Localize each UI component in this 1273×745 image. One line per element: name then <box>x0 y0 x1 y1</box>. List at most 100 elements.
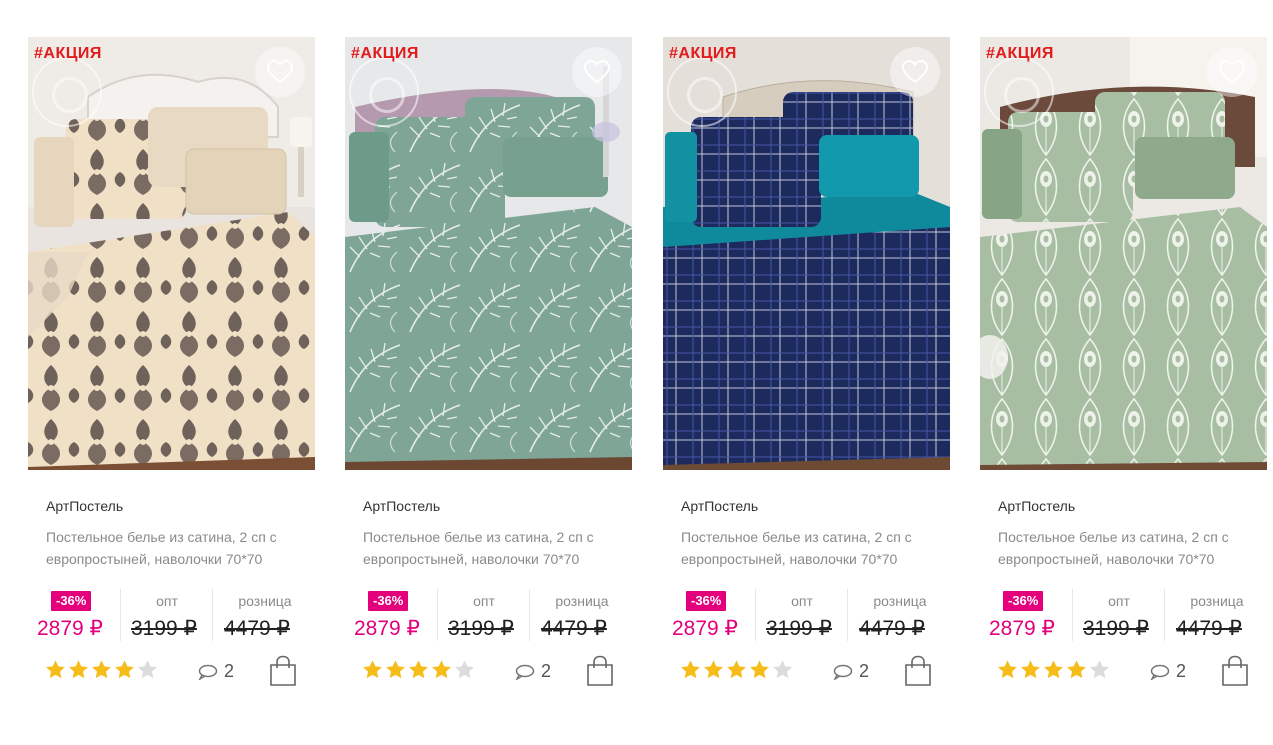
star-filled-icon[interactable] <box>996 659 1019 681</box>
card-footer: 2 <box>345 655 633 689</box>
star-filled-icon[interactable] <box>44 659 67 681</box>
retail-price: 4479 ₽ <box>859 617 925 640</box>
speech-bubble-icon <box>1150 664 1170 680</box>
retail-label: розница <box>238 593 292 609</box>
product-title[interactable]: Постельное белье из сатина, 2 сп с европ… <box>46 526 308 570</box>
promo-tag: #АКЦИЯ <box>669 45 737 62</box>
add-to-favorites-button[interactable] <box>255 47 305 97</box>
comments-link[interactable]: 2 <box>515 661 551 682</box>
product-image[interactable]: #АКЦИЯ <box>345 37 632 470</box>
product-image[interactable]: #АКЦИЯ <box>663 37 950 470</box>
heart-icon <box>1219 60 1245 84</box>
wholesale-price-column: опт 3199 ₽ <box>120 589 213 641</box>
sale-price-column: -36% 2879 ₽ <box>980 589 1072 641</box>
retail-label: розница <box>873 593 927 609</box>
price-block: -36% 2879 ₽ опт 3199 ₽ розница 4479 ₽ <box>345 589 633 641</box>
rating-stars[interactable] <box>44 659 159 681</box>
speech-bubble-icon <box>515 664 535 680</box>
product-brand[interactable]: АртПостель <box>998 498 1075 514</box>
rating-stars[interactable] <box>996 659 1111 681</box>
brand-watermark <box>667 57 737 127</box>
star-filled-icon[interactable] <box>1019 659 1042 681</box>
discount-badge: -36% <box>51 591 92 611</box>
wholesale-price-column: опт 3199 ₽ <box>755 589 848 641</box>
product-card[interactable]: #АКЦИЯ АртПостель Постельное белье из са… <box>663 37 951 697</box>
wholesale-label: опт <box>791 593 813 609</box>
wholesale-price-column: опт 3199 ₽ <box>437 589 530 641</box>
comments-count: 2 <box>541 661 552 681</box>
star-empty-icon[interactable] <box>1088 659 1111 681</box>
sale-price: 2879 ₽ <box>37 617 103 640</box>
star-filled-icon[interactable] <box>679 659 702 681</box>
wholesale-label: опт <box>1108 593 1130 609</box>
retail-price: 4479 ₽ <box>224 617 290 640</box>
card-footer: 2 <box>663 655 951 689</box>
star-filled-icon[interactable] <box>361 659 384 681</box>
brand-watermark <box>984 57 1054 127</box>
retail-price: 4479 ₽ <box>541 617 607 640</box>
star-filled-icon[interactable] <box>407 659 430 681</box>
wholesale-price: 3199 ₽ <box>131 617 197 640</box>
sale-price-column: -36% 2879 ₽ <box>345 589 437 641</box>
product-card[interactable]: #АКЦИЯ АртПостель Постельное белье из са… <box>345 37 633 697</box>
brand-watermark <box>349 57 419 127</box>
add-to-cart-button[interactable] <box>904 655 932 692</box>
star-filled-icon[interactable] <box>384 659 407 681</box>
rating-stars[interactable] <box>679 659 794 681</box>
add-to-favorites-button[interactable] <box>890 47 940 97</box>
star-filled-icon[interactable] <box>725 659 748 681</box>
price-block: -36% 2879 ₽ опт 3199 ₽ розница 4479 ₽ <box>663 589 951 641</box>
product-image[interactable]: #АКЦИЯ <box>28 37 315 470</box>
star-filled-icon[interactable] <box>67 659 90 681</box>
add-to-cart-button[interactable] <box>1221 655 1249 692</box>
star-filled-icon[interactable] <box>1042 659 1065 681</box>
sale-price: 2879 ₽ <box>354 617 420 640</box>
sale-price-column: -36% 2879 ₽ <box>663 589 755 641</box>
product-brand[interactable]: АртПостель <box>681 498 758 514</box>
heart-icon <box>584 60 610 84</box>
discount-badge: -36% <box>368 591 409 611</box>
star-filled-icon[interactable] <box>702 659 725 681</box>
rating-stars[interactable] <box>361 659 476 681</box>
wholesale-label: опт <box>156 593 178 609</box>
add-to-cart-button[interactable] <box>586 655 614 692</box>
star-empty-icon[interactable] <box>136 659 159 681</box>
product-card[interactable]: #АКЦИЯ АртПостель Постельное белье из са… <box>980 37 1268 697</box>
sale-price-column: -36% 2879 ₽ <box>28 589 120 641</box>
price-block: -36% 2879 ₽ опт 3199 ₽ розница 4479 ₽ <box>28 589 316 641</box>
product-brand[interactable]: АртПостель <box>363 498 440 514</box>
speech-bubble-icon <box>833 664 853 680</box>
product-card[interactable]: #АКЦИЯ АртПостель Постельное белье из са… <box>28 37 316 697</box>
product-image[interactable]: #АКЦИЯ <box>980 37 1267 470</box>
star-filled-icon[interactable] <box>1065 659 1088 681</box>
wholesale-price: 3199 ₽ <box>448 617 514 640</box>
star-filled-icon[interactable] <box>113 659 136 681</box>
product-title[interactable]: Постельное белье из сатина, 2 сп с европ… <box>998 526 1260 570</box>
retail-label: розница <box>1190 593 1244 609</box>
retail-price-column: розница 4479 ₽ <box>1164 589 1269 641</box>
product-title[interactable]: Постельное белье из сатина, 2 сп с европ… <box>681 526 943 570</box>
star-empty-icon[interactable] <box>453 659 476 681</box>
product-brand[interactable]: АртПостель <box>46 498 123 514</box>
add-to-cart-button[interactable] <box>269 655 297 692</box>
star-empty-icon[interactable] <box>771 659 794 681</box>
promo-tag: #АКЦИЯ <box>34 45 102 62</box>
product-title[interactable]: Постельное белье из сатина, 2 сп с европ… <box>363 526 625 570</box>
product-grid: #АКЦИЯ АртПостель Постельное белье из са… <box>28 37 1267 697</box>
retail-price: 4479 ₽ <box>1176 617 1242 640</box>
comments-link[interactable]: 2 <box>198 661 234 682</box>
shopping-bag-icon <box>270 655 296 686</box>
sale-price: 2879 ₽ <box>672 617 738 640</box>
star-filled-icon[interactable] <box>430 659 453 681</box>
star-filled-icon[interactable] <box>748 659 771 681</box>
retail-price-column: розница 4479 ₽ <box>529 589 634 641</box>
star-filled-icon[interactable] <box>90 659 113 681</box>
card-footer: 2 <box>980 655 1268 689</box>
wholesale-price: 3199 ₽ <box>766 617 832 640</box>
brand-watermark <box>32 57 102 127</box>
add-to-favorites-button[interactable] <box>1207 47 1257 97</box>
add-to-favorites-button[interactable] <box>572 47 622 97</box>
sale-price: 2879 ₽ <box>989 617 1055 640</box>
comments-link[interactable]: 2 <box>1150 661 1186 682</box>
comments-link[interactable]: 2 <box>833 661 869 682</box>
